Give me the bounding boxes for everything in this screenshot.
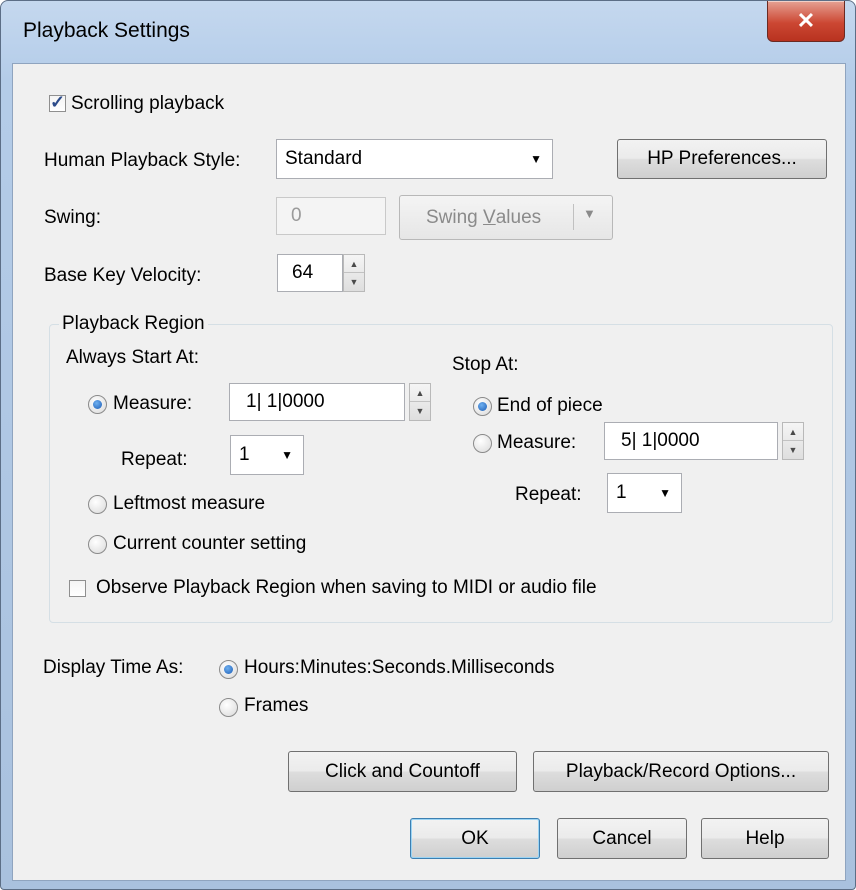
stop-repeat-label: Repeat: bbox=[515, 484, 582, 505]
hp-preferences-button[interactable]: HP Preferences... bbox=[617, 139, 827, 179]
base-key-velocity-spinner[interactable]: ▲ ▼ bbox=[343, 254, 365, 292]
window-title: Playback Settings bbox=[23, 19, 190, 42]
current-counter-radio[interactable] bbox=[88, 535, 107, 554]
frames-radio[interactable] bbox=[219, 698, 238, 717]
observe-region-label: Observe Playback Region when saving to M… bbox=[96, 577, 597, 598]
frames-label: Frames bbox=[244, 695, 309, 716]
start-measure-input[interactable]: 1| 1|0000 bbox=[229, 383, 405, 421]
start-repeat-label: Repeat: bbox=[121, 449, 188, 470]
swing-values-underlined: V bbox=[483, 206, 496, 228]
split-divider bbox=[573, 204, 574, 230]
start-repeat-value: 1 bbox=[239, 444, 250, 465]
chevron-down-icon: ▼ bbox=[281, 448, 293, 462]
spin-down-icon[interactable]: ▼ bbox=[783, 441, 803, 459]
base-key-velocity-label: Base Key Velocity: bbox=[44, 265, 202, 286]
help-button[interactable]: Help bbox=[701, 818, 829, 859]
chevron-down-icon: ▼ bbox=[583, 206, 596, 221]
human-playback-style-label: Human Playback Style: bbox=[44, 150, 241, 171]
chevron-down-icon: ▼ bbox=[530, 152, 542, 166]
scrolling-playback-checkbox[interactable]: ✓ bbox=[49, 92, 66, 112]
dialog-window: Playback Settings ✕ ✓ Scrolling playback… bbox=[0, 0, 856, 890]
stop-measure-spinner[interactable]: ▲ ▼ bbox=[782, 422, 804, 460]
playback-record-options-button[interactable]: Playback/Record Options... bbox=[533, 751, 829, 792]
always-start-at-heading: Always Start At: bbox=[66, 347, 200, 368]
scrolling-playback-label: Scrolling playback bbox=[71, 93, 225, 114]
spin-down-icon[interactable]: ▼ bbox=[410, 402, 430, 420]
close-button[interactable]: ✕ bbox=[767, 1, 845, 42]
end-of-piece-label: End of piece bbox=[497, 395, 603, 416]
dialog-client-area: ✓ Scrolling playback Human Playback Styl… bbox=[12, 63, 846, 881]
swing-input[interactable]: 0 bbox=[276, 197, 386, 235]
swing-values-prefix: Swing bbox=[426, 206, 484, 228]
spin-up-icon[interactable]: ▲ bbox=[410, 384, 430, 402]
swing-values-suffix: alues bbox=[495, 206, 542, 228]
stop-repeat-value: 1 bbox=[616, 482, 627, 503]
current-counter-label: Current counter setting bbox=[113, 533, 307, 554]
hms-label: Hours:Minutes:Seconds.Milliseconds bbox=[244, 657, 555, 678]
stop-measure-label: Measure: bbox=[497, 432, 577, 453]
stop-measure-radio[interactable] bbox=[473, 434, 492, 453]
start-measure-label: Measure: bbox=[113, 393, 193, 414]
swing-label: Swing: bbox=[44, 207, 102, 228]
check-icon: ✓ bbox=[50, 92, 66, 112]
hms-radio[interactable] bbox=[219, 660, 238, 679]
leftmost-measure-radio[interactable] bbox=[88, 495, 107, 514]
chevron-down-icon: ▼ bbox=[659, 486, 671, 500]
human-playback-style-select[interactable]: Standard ▼ bbox=[276, 139, 553, 179]
spin-up-icon[interactable]: ▲ bbox=[783, 423, 803, 441]
ok-button[interactable]: OK bbox=[410, 818, 540, 859]
human-playback-style-value: Standard bbox=[285, 148, 363, 169]
swing-values-button[interactable]: Swing Values ▼ bbox=[399, 195, 613, 240]
stop-measure-input[interactable]: 5| 1|0000 bbox=[604, 422, 778, 460]
stop-repeat-select[interactable]: 1 ▼ bbox=[607, 473, 682, 513]
spin-up-icon[interactable]: ▲ bbox=[344, 255, 364, 273]
close-icon: ✕ bbox=[796, 8, 816, 33]
end-of-piece-radio[interactable] bbox=[473, 397, 492, 416]
leftmost-measure-label: Leftmost measure bbox=[113, 493, 266, 514]
display-time-label: Display Time As: bbox=[43, 657, 184, 678]
click-and-countoff-button[interactable]: Click and Countoff bbox=[288, 751, 517, 792]
start-measure-spinner[interactable]: ▲ ▼ bbox=[409, 383, 431, 421]
cancel-button[interactable]: Cancel bbox=[557, 818, 687, 859]
base-key-velocity-input[interactable]: 64 bbox=[277, 254, 343, 292]
start-repeat-select[interactable]: 1 ▼ bbox=[230, 435, 304, 475]
start-measure-radio[interactable] bbox=[88, 395, 107, 414]
playback-region-title: Playback Region bbox=[59, 313, 208, 335]
spin-down-icon[interactable]: ▼ bbox=[344, 273, 364, 291]
observe-region-checkbox[interactable] bbox=[69, 580, 86, 597]
stop-at-heading: Stop At: bbox=[452, 354, 519, 375]
